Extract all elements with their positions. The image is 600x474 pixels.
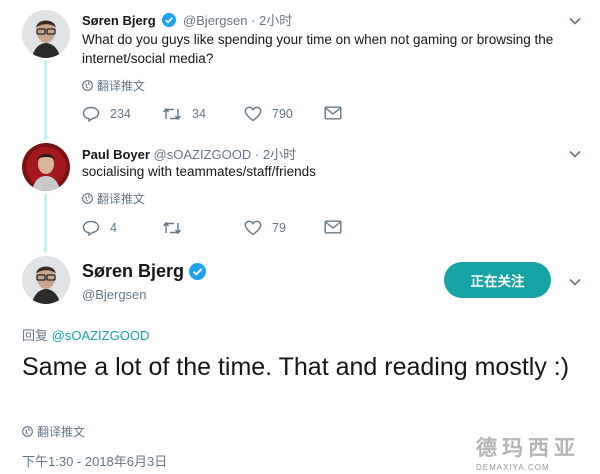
like-count: 790	[272, 107, 293, 121]
tweet-text: What do you guys like spending your time…	[82, 32, 554, 66]
separator-dot: ·	[251, 13, 256, 28]
retweet-count: 34	[192, 107, 206, 121]
author-handle[interactable]: @sOAZIZGOOD	[154, 147, 252, 162]
globe-icon	[22, 426, 33, 437]
globe-icon	[82, 193, 93, 204]
author-name[interactable]: Søren Bjerg	[82, 13, 156, 28]
main-tweet-text: Same a lot of the time. That and reading…	[22, 353, 570, 381]
author-handle[interactable]: @Bjergsen	[183, 13, 248, 28]
reply-button[interactable]: 234	[82, 106, 131, 122]
main-author-handle[interactable]: @Bjergsen	[82, 287, 147, 302]
translate-tweet-link[interactable]: 翻译推文	[82, 77, 145, 94]
reply-count: 4	[110, 221, 117, 235]
avatar[interactable]	[22, 143, 70, 191]
like-button[interactable]: 79	[244, 220, 286, 236]
translate-label: 翻译推文	[97, 192, 146, 206]
following-button[interactable]: 正在关注	[444, 262, 551, 298]
replying-to: 回复 @sOAZIZGOOD	[22, 325, 149, 344]
tweet-time[interactable]: 2小时	[263, 147, 296, 162]
author-name[interactable]: Paul Boyer	[82, 147, 150, 162]
tweet-text: socialising with teammates/staff/friends	[82, 164, 316, 179]
reply-to-handle-link[interactable]: @sOAZIZGOOD	[52, 328, 150, 343]
chevron-down-icon[interactable]	[568, 275, 582, 289]
tweet-header: Paul Boyer @sOAZIZGOOD · 2小时	[82, 144, 296, 163]
separator-dot: ·	[254, 147, 260, 162]
globe-icon	[82, 80, 93, 91]
verified-badge-icon	[162, 13, 177, 30]
translate-tweet-link[interactable]: 翻译推文	[22, 423, 85, 440]
main-tweet-timestamp[interactable]: 下午1:30 - 2018年6月3日	[22, 451, 167, 470]
thread-tweet-1[interactable]: Søren Bjerg @Bjergsen · 2小时 What do you …	[0, 0, 600, 135]
reply-prefix: 回复	[22, 328, 49, 343]
site-watermark: 德玛西亚 DEMAXIYA.COM	[476, 432, 594, 472]
tweet-header: Søren Bjerg @Bjergsen · 2小时	[82, 10, 292, 30]
reply-icon	[82, 220, 100, 236]
like-count: 79	[272, 221, 286, 235]
chevron-down-icon[interactable]	[568, 147, 582, 161]
envelope-icon	[324, 220, 342, 234]
retweet-icon	[162, 107, 182, 121]
reply-button[interactable]: 4	[82, 220, 117, 236]
chevron-down-icon[interactable]	[568, 14, 582, 28]
direct-message-button[interactable]	[324, 220, 342, 234]
watermark-url: DEMAXIYA.COM	[476, 463, 550, 472]
main-author-name[interactable]: Søren Bjerg	[82, 261, 207, 282]
heart-icon	[244, 220, 262, 236]
direct-message-button[interactable]	[324, 106, 342, 120]
like-button[interactable]: 790	[244, 106, 293, 122]
reply-count: 234	[110, 107, 131, 121]
retweet-button[interactable]	[162, 220, 192, 236]
retweet-button[interactable]: 34	[162, 106, 206, 122]
main-avatar[interactable]	[22, 256, 70, 304]
watermark-title: 德玛西亚	[476, 435, 580, 460]
translate-label: 翻译推文	[37, 425, 86, 439]
verified-badge-icon	[189, 263, 207, 280]
avatar[interactable]	[22, 10, 70, 58]
heart-icon	[244, 106, 262, 122]
translate-label: 翻译推文	[97, 79, 146, 93]
envelope-icon	[324, 106, 342, 120]
translate-tweet-link[interactable]: 翻译推文	[82, 190, 145, 207]
tweet-time[interactable]: 2小时	[259, 13, 292, 28]
retweet-icon	[162, 221, 182, 235]
main-author-name-text: Søren Bjerg	[82, 261, 185, 281]
reply-icon	[82, 106, 100, 122]
thread-tweet-2[interactable]: Paul Boyer @sOAZIZGOOD · 2小时 socialising…	[0, 135, 600, 245]
